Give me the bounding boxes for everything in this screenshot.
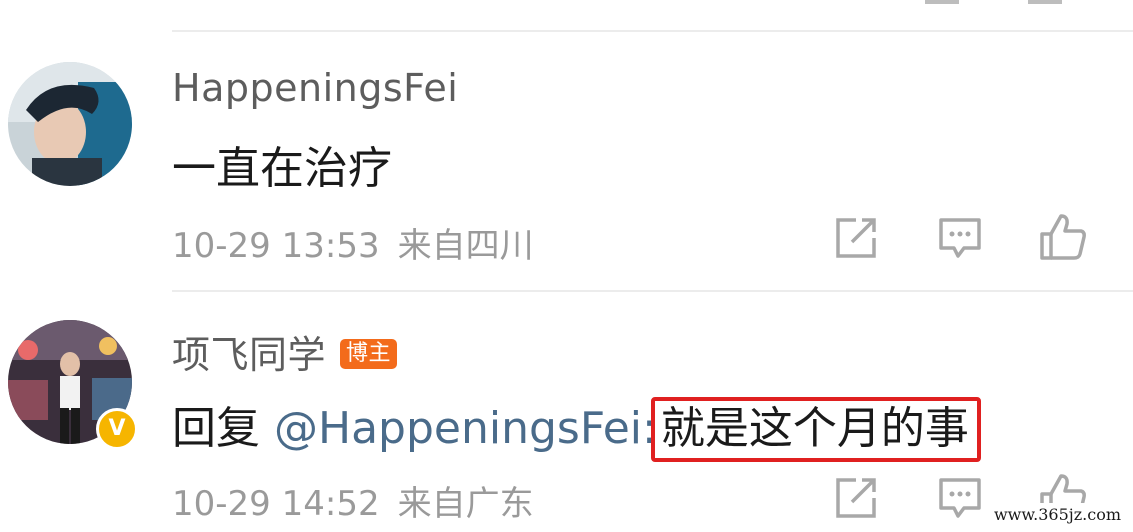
comment-text: 一直在治疗 <box>172 143 392 194</box>
verified-badge-icon: V <box>96 408 138 450</box>
divider <box>172 30 1133 32</box>
previous-comment-icon-fragment <box>1028 0 1062 4</box>
comment-button[interactable] <box>936 474 984 522</box>
like-button[interactable] <box>1038 212 1086 260</box>
comment-meta: 10-29 14:52 来自广东 <box>172 476 534 525</box>
comment-icon <box>939 218 981 258</box>
reply-prefix: 回复 <box>172 403 274 454</box>
highlighted-text: 就是这个月的事 <box>650 397 981 462</box>
comment-username-text: 项飞同学 <box>172 333 327 377</box>
comment-timestamp: 10-29 13:53 <box>172 226 380 266</box>
blogger-badge: 博主 <box>340 338 398 369</box>
avatar-image <box>8 62 132 186</box>
comment-meta: 10-29 13:53 来自四川 <box>172 218 534 267</box>
previous-comment-icon-fragment <box>925 0 959 4</box>
comment-location: 来自广东 <box>397 484 534 524</box>
thumbs-up-icon <box>1040 214 1086 260</box>
comment-timestamp: 10-29 14:52 <box>172 484 380 524</box>
share-icon <box>836 218 876 258</box>
mention-link[interactable]: @HappeningsFei: <box>274 403 657 454</box>
comment-icon <box>939 478 981 518</box>
avatar[interactable] <box>8 62 132 186</box>
comment-location: 来自四川 <box>397 226 534 266</box>
share-button[interactable] <box>832 214 880 262</box>
share-button[interactable] <box>832 474 880 522</box>
comment-username[interactable]: 项飞同学 博主 <box>172 324 398 379</box>
comment-button[interactable] <box>936 214 984 262</box>
comment-text: 回复 @HappeningsFei:就是这个月的事 <box>172 392 981 462</box>
divider <box>172 290 1133 292</box>
share-icon <box>836 478 876 518</box>
watermark: www.365jz.com <box>987 503 1127 526</box>
comment-username[interactable]: HappeningsFei <box>172 66 458 110</box>
